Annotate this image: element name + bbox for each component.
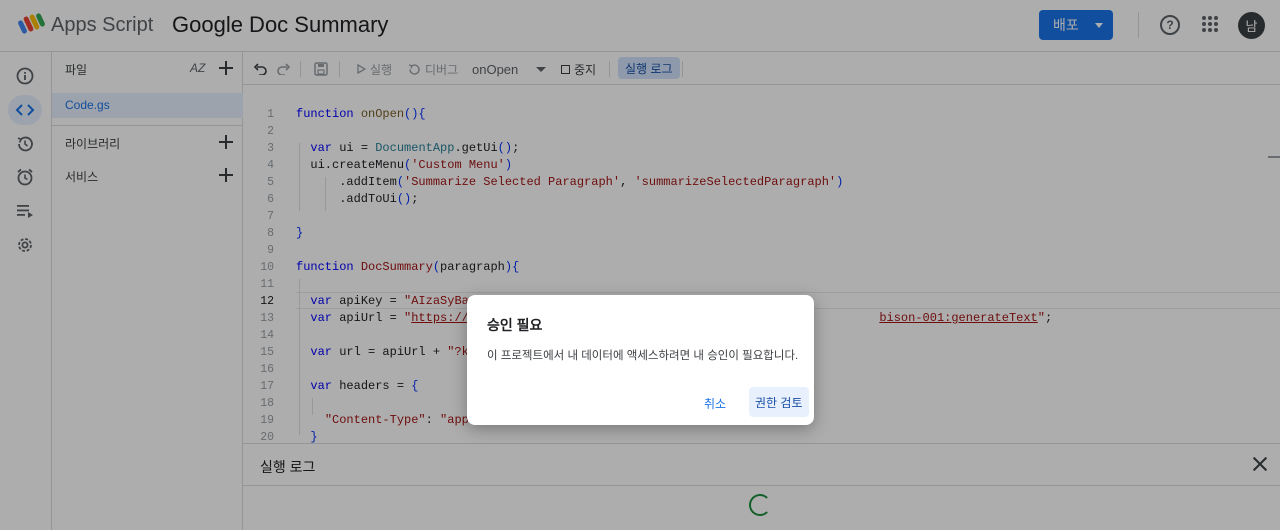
review-permissions-button[interactable]: 권한 검토 bbox=[749, 387, 809, 417]
cancel-button[interactable]: 취소 bbox=[695, 389, 735, 417]
modal-scrim[interactable] bbox=[0, 0, 1280, 530]
authorization-dialog: 승인 필요 이 프로젝트에서 내 데이터에 액세스하려면 내 승인이 필요합니다… bbox=[467, 295, 814, 425]
dialog-message: 이 프로젝트에서 내 데이터에 액세스하려면 내 승인이 필요합니다. bbox=[487, 350, 799, 362]
dialog-title: 승인 필요 bbox=[487, 317, 543, 333]
